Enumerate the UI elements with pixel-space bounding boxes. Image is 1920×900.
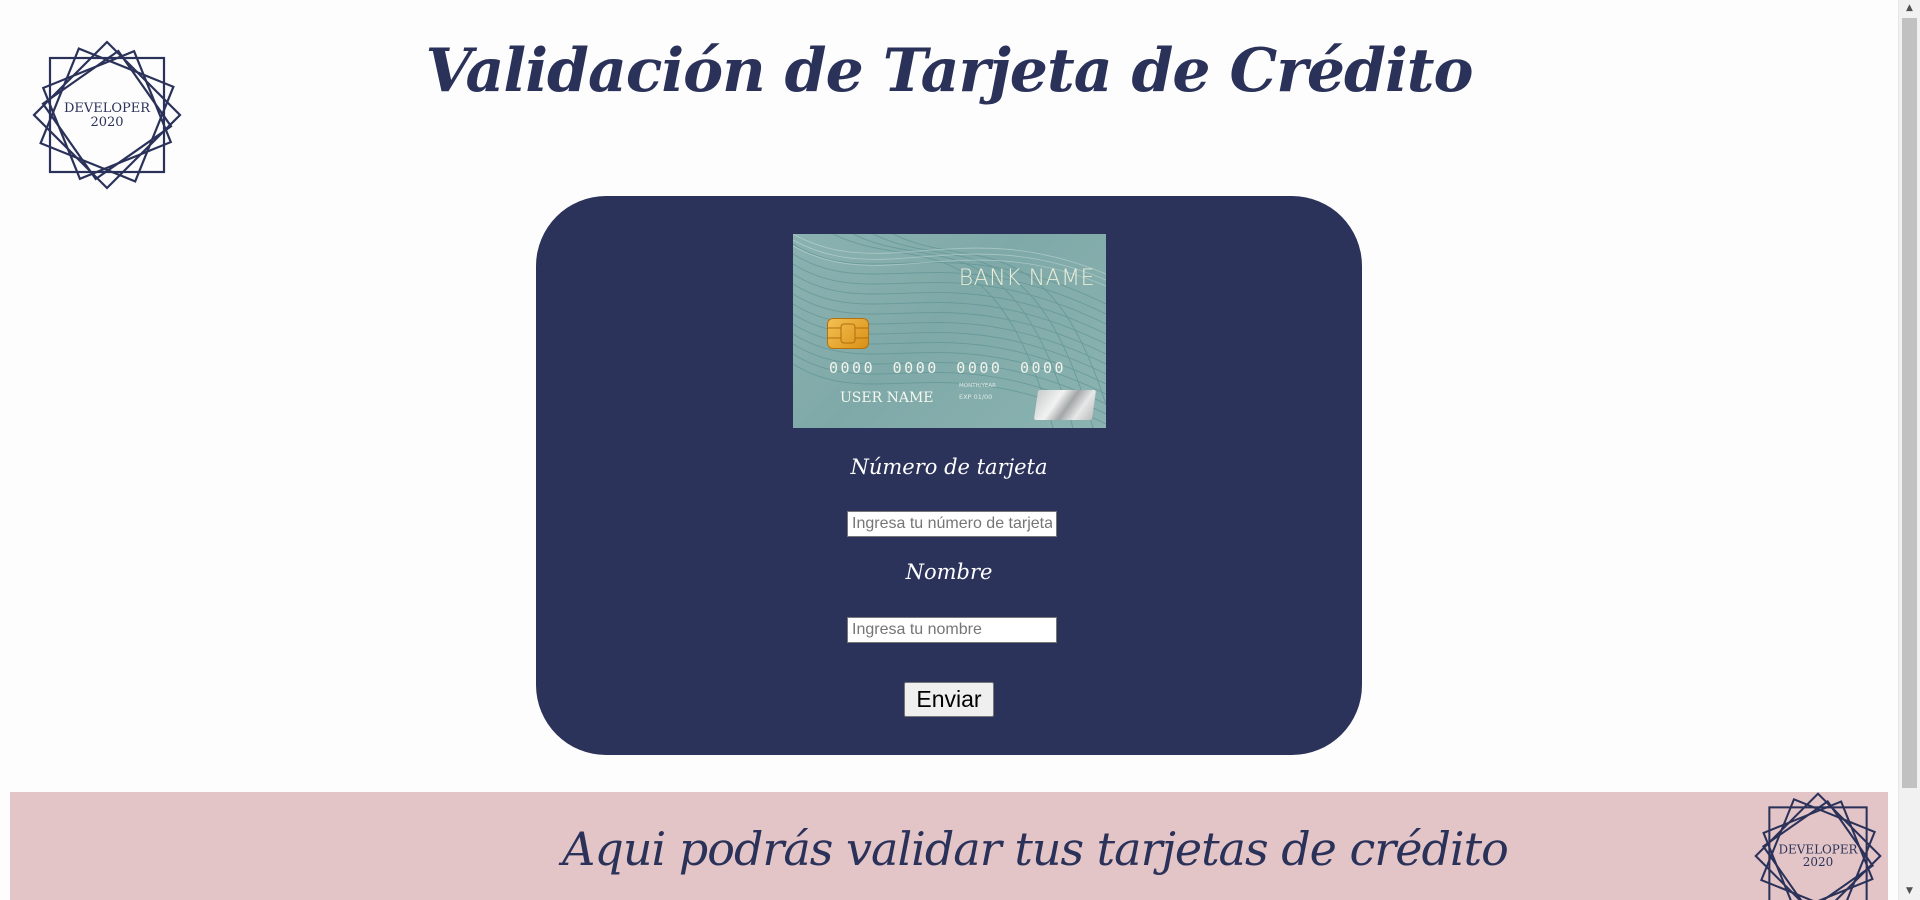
bank-name: BANK NAME	[958, 266, 1095, 291]
card-expiry: MONTH/YEAR EXP 01/00	[959, 381, 996, 403]
validation-form-card: BANK NAME 0000 0000 0000 0000 USER NAME …	[536, 196, 1362, 755]
card-number: 0000 0000 0000 0000	[829, 359, 1067, 377]
vertical-scrollbar[interactable]: ▲ ▼	[1898, 0, 1920, 900]
name-label: Nombre	[905, 560, 993, 584]
card-exp-label: EXP	[959, 393, 972, 401]
scroll-down-arrow-icon[interactable]: ▼	[1899, 883, 1920, 900]
footer-banner: Aqui podrás validar tus tarjetas de créd…	[10, 792, 1888, 900]
footer-logo-text-line2: 2020	[1803, 855, 1833, 869]
card-user-name: USER NAME	[840, 390, 934, 406]
name-input[interactable]	[847, 617, 1057, 643]
page: DEVELOPER 2020 Validación de Tarjeta de …	[0, 0, 1898, 900]
hologram-icon	[1033, 390, 1097, 420]
page-title: Validación de Tarjeta de Crédito	[425, 36, 1473, 106]
card-number-label: Número de tarjeta	[850, 455, 1048, 479]
logo-text-line2: 2020	[90, 115, 123, 130]
submit-button[interactable]: Enviar	[904, 682, 994, 717]
banner-text: Aqui podrás validar tus tarjetas de créd…	[562, 822, 1509, 876]
scroll-up-arrow-icon[interactable]: ▲	[1899, 0, 1920, 17]
card-number-input[interactable]	[847, 511, 1057, 537]
credit-card-image: BANK NAME 0000 0000 0000 0000 USER NAME …	[793, 234, 1106, 428]
developer-logo-footer: DEVELOPER 2020	[1754, 792, 1882, 900]
chip-icon	[827, 318, 869, 349]
scroll-thumb[interactable]	[1902, 18, 1917, 788]
card-exp-value: 01/00	[973, 393, 993, 401]
footer-logo-text-line1: DEVELOPER	[1778, 842, 1858, 856]
card-month-year-label: MONTH/YEAR	[959, 383, 996, 389]
